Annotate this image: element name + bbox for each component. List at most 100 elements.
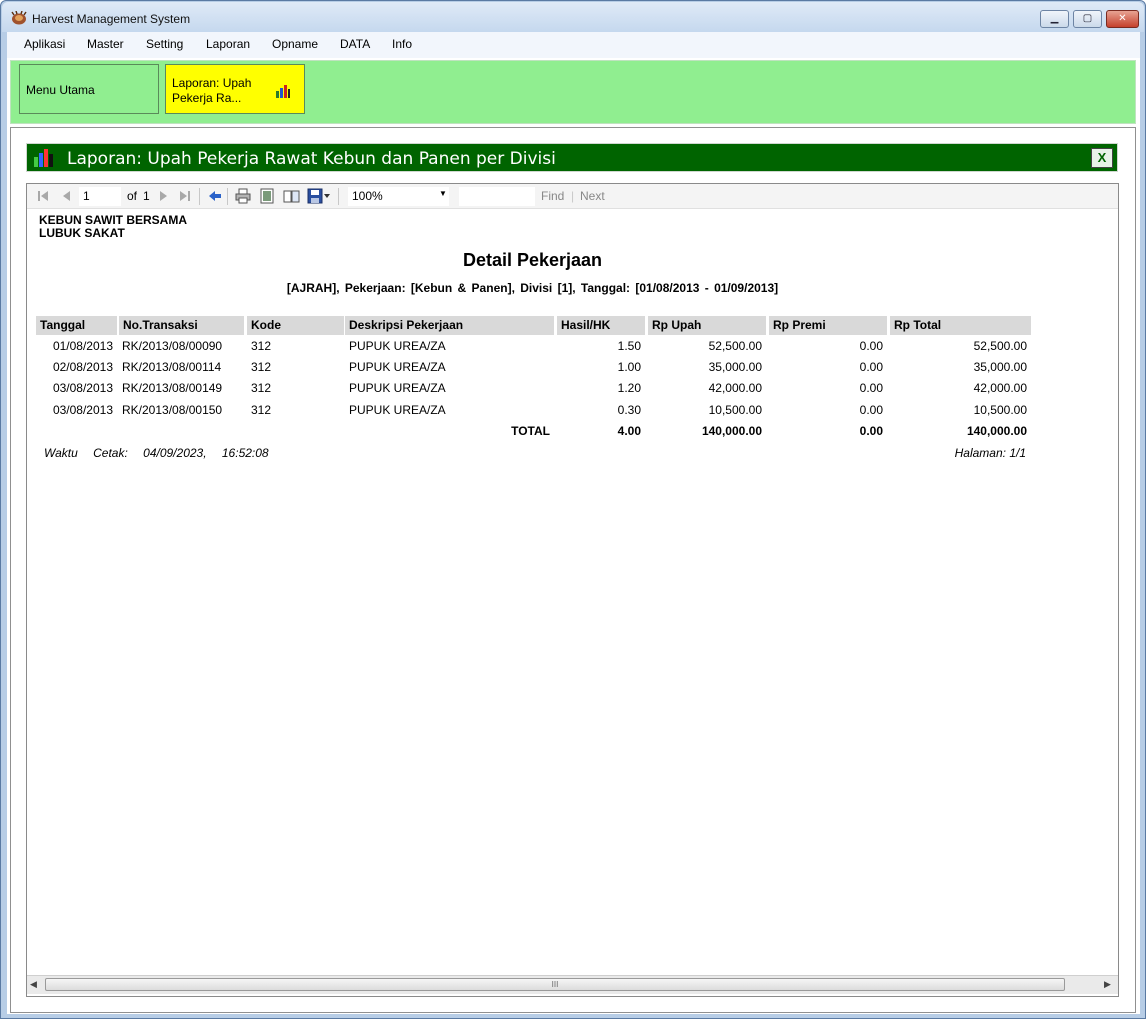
bar-chart-icon bbox=[276, 85, 290, 98]
table-cell: 02/08/2013 bbox=[52, 360, 113, 374]
table-cell: 312 bbox=[251, 403, 272, 417]
report-page: KEBUN SAWIT BERSAMA LUBUK SAKAT Detail P… bbox=[27, 210, 1118, 975]
table-cell: 1.00 bbox=[617, 360, 641, 374]
table-cell: 42,000.00 bbox=[708, 381, 762, 395]
find-separator: | bbox=[571, 189, 575, 203]
close-window-button[interactable]: ✕ bbox=[1106, 10, 1139, 28]
tab-menu-utama-label: Menu Utama bbox=[26, 83, 95, 97]
next-link[interactable]: Next bbox=[580, 189, 605, 203]
table-cell: RK/2013/08/00090 bbox=[122, 339, 223, 353]
table-cell: 03/08/2013 bbox=[52, 403, 113, 417]
tab-menu-utama[interactable]: Menu Utama bbox=[19, 64, 159, 114]
prev-page-icon[interactable] bbox=[61, 190, 71, 202]
table-cell: 03/08/2013 bbox=[52, 381, 113, 395]
report-form-header: Laporan: Upah Pekerja Rawat Kebun dan Pa… bbox=[26, 143, 1118, 172]
table-cell: 0.30 bbox=[617, 403, 641, 417]
of-label: of bbox=[127, 189, 138, 203]
chevron-down-icon[interactable]: ▼ bbox=[439, 189, 447, 198]
company-location: LUBUK SAKAT bbox=[39, 226, 125, 240]
table-cell: 10,500.00 bbox=[708, 403, 762, 417]
table-cell: 0.00 bbox=[859, 339, 883, 353]
minimize-button[interactable]: ▁ bbox=[1040, 10, 1069, 28]
print-layout-icon[interactable] bbox=[259, 188, 275, 204]
table-cell: 52,500.00 bbox=[708, 339, 762, 353]
col-header-deskripsi: Deskripsi Pekerjaan bbox=[345, 316, 554, 335]
menu-data[interactable]: DATA bbox=[340, 37, 370, 51]
menu-aplikasi[interactable]: Aplikasi bbox=[24, 37, 65, 51]
table-cell: 1.20 bbox=[617, 381, 641, 395]
scroll-thumb[interactable]: III bbox=[45, 978, 1065, 991]
table-cell: 1.50 bbox=[617, 339, 641, 353]
first-page-icon[interactable] bbox=[37, 190, 49, 202]
col-header-rp-total: Rp Total bbox=[890, 316, 1031, 335]
col-header-rp-upah: Rp Upah bbox=[648, 316, 766, 335]
table-cell: RK/2013/08/00114 bbox=[122, 360, 222, 374]
table-cell: PUPUK UREA/ZA bbox=[349, 381, 446, 395]
menu-setting[interactable]: Setting bbox=[146, 37, 183, 51]
total-hasil: 4.00 bbox=[617, 424, 641, 438]
scroll-left-icon[interactable]: ◀ bbox=[30, 979, 37, 990]
col-header-no-transaksi: No.Transaksi bbox=[119, 316, 244, 335]
menu-opname[interactable]: Opname bbox=[272, 37, 318, 51]
tab-laporan-upah-label: Laporan: Upah Pekerja Ra... bbox=[172, 76, 252, 105]
table-cell: 0.00 bbox=[859, 360, 883, 374]
toolbar-separator bbox=[199, 188, 200, 205]
find-input[interactable] bbox=[459, 187, 535, 206]
table-cell: 312 bbox=[251, 360, 272, 374]
table-cell: 0.00 bbox=[859, 403, 883, 417]
table-cell: PUPUK UREA/ZA bbox=[349, 339, 446, 353]
page-number-input[interactable]: 1 bbox=[79, 187, 121, 206]
report-title: Detail Pekerjaan bbox=[462, 250, 603, 270]
menu-master[interactable]: Master bbox=[87, 37, 124, 51]
next-page-icon[interactable] bbox=[159, 190, 169, 202]
table-cell: 312 bbox=[251, 381, 272, 395]
tab-strip: Menu Utama Laporan: Upah Pekerja Ra... bbox=[10, 60, 1136, 124]
col-header-rp-premi: Rp Premi bbox=[769, 316, 887, 335]
tab-laporan-upah[interactable]: Laporan: Upah Pekerja Ra... bbox=[165, 64, 305, 114]
total-pages: 1 bbox=[143, 189, 150, 203]
zoom-select[interactable]: 100% bbox=[348, 187, 449, 206]
col-header-hasil: Hasil/HK bbox=[557, 316, 645, 335]
table-cell: 35,000.00 bbox=[708, 360, 762, 374]
print-time-value: 04/09/2023, 16:52:08 bbox=[143, 446, 269, 460]
table-cell: 42,000.00 bbox=[973, 381, 1027, 395]
export-dropdown-icon[interactable] bbox=[324, 194, 330, 198]
title-bar[interactable]: Harvest Management System ▁ ▢ ✕ bbox=[2, 2, 1144, 32]
maximize-button[interactable]: ▢ bbox=[1073, 10, 1102, 28]
export-save-icon[interactable] bbox=[307, 188, 323, 204]
table-cell: 312 bbox=[251, 339, 272, 353]
print-time: Waktu Cetak: 04/09/2023, 16:52:08 bbox=[44, 446, 269, 460]
table-cell: PUPUK UREA/ZA bbox=[349, 403, 446, 417]
bar-chart-icon bbox=[34, 149, 53, 167]
back-arrow-icon[interactable] bbox=[208, 190, 222, 202]
print-time-label: Waktu Cetak: bbox=[44, 446, 128, 460]
print-icon[interactable] bbox=[235, 188, 251, 204]
table-cell: RK/2013/08/00149 bbox=[122, 381, 223, 395]
menu-info[interactable]: Info bbox=[392, 37, 412, 51]
viewer-toolbar: 1 of 1 100% ▼ Find | Next bbox=[27, 184, 1118, 209]
table-cell: 35,000.00 bbox=[973, 360, 1027, 374]
table-cell: 52,500.00 bbox=[973, 339, 1027, 353]
find-link[interactable]: Find bbox=[541, 189, 564, 203]
total-label: TOTAL bbox=[511, 424, 550, 438]
report-viewer: 1 of 1 100% ▼ Find | Next KEBUN SAWIT BE… bbox=[26, 183, 1119, 997]
report-subtitle: [AJRAH], Pekerjaan: [Kebun & Panen], Div… bbox=[286, 281, 779, 295]
report-close-button[interactable]: X bbox=[1091, 148, 1113, 168]
report-form-title: Laporan: Upah Pekerja Rawat Kebun dan Pa… bbox=[67, 149, 556, 169]
table-cell: RK/2013/08/00150 bbox=[122, 403, 223, 417]
scroll-right-icon[interactable]: ▶ bbox=[1104, 979, 1111, 990]
app-logo-icon bbox=[11, 11, 27, 25]
col-header-tanggal: Tanggal bbox=[36, 316, 117, 335]
last-page-icon[interactable] bbox=[179, 190, 191, 202]
menu-laporan[interactable]: Laporan bbox=[206, 37, 250, 51]
page-indicator: Halaman: 1/1 bbox=[954, 446, 1026, 460]
table-cell: PUPUK UREA/ZA bbox=[349, 360, 446, 374]
company-block: KEBUN SAWIT BERSAMA LUBUK SAKAT bbox=[39, 214, 187, 240]
content-pane: Laporan: Upah Pekerja Rawat Kebun dan Pa… bbox=[10, 127, 1136, 1013]
total-total: 140,000.00 bbox=[966, 424, 1027, 438]
window-title: Harvest Management System bbox=[32, 12, 191, 26]
page-setup-icon[interactable] bbox=[283, 188, 301, 204]
col-header-kode: Kode bbox=[247, 316, 344, 335]
table-cell: 01/08/2013 bbox=[52, 339, 113, 353]
horizontal-scrollbar[interactable]: ◀ III ▶ bbox=[27, 975, 1118, 994]
